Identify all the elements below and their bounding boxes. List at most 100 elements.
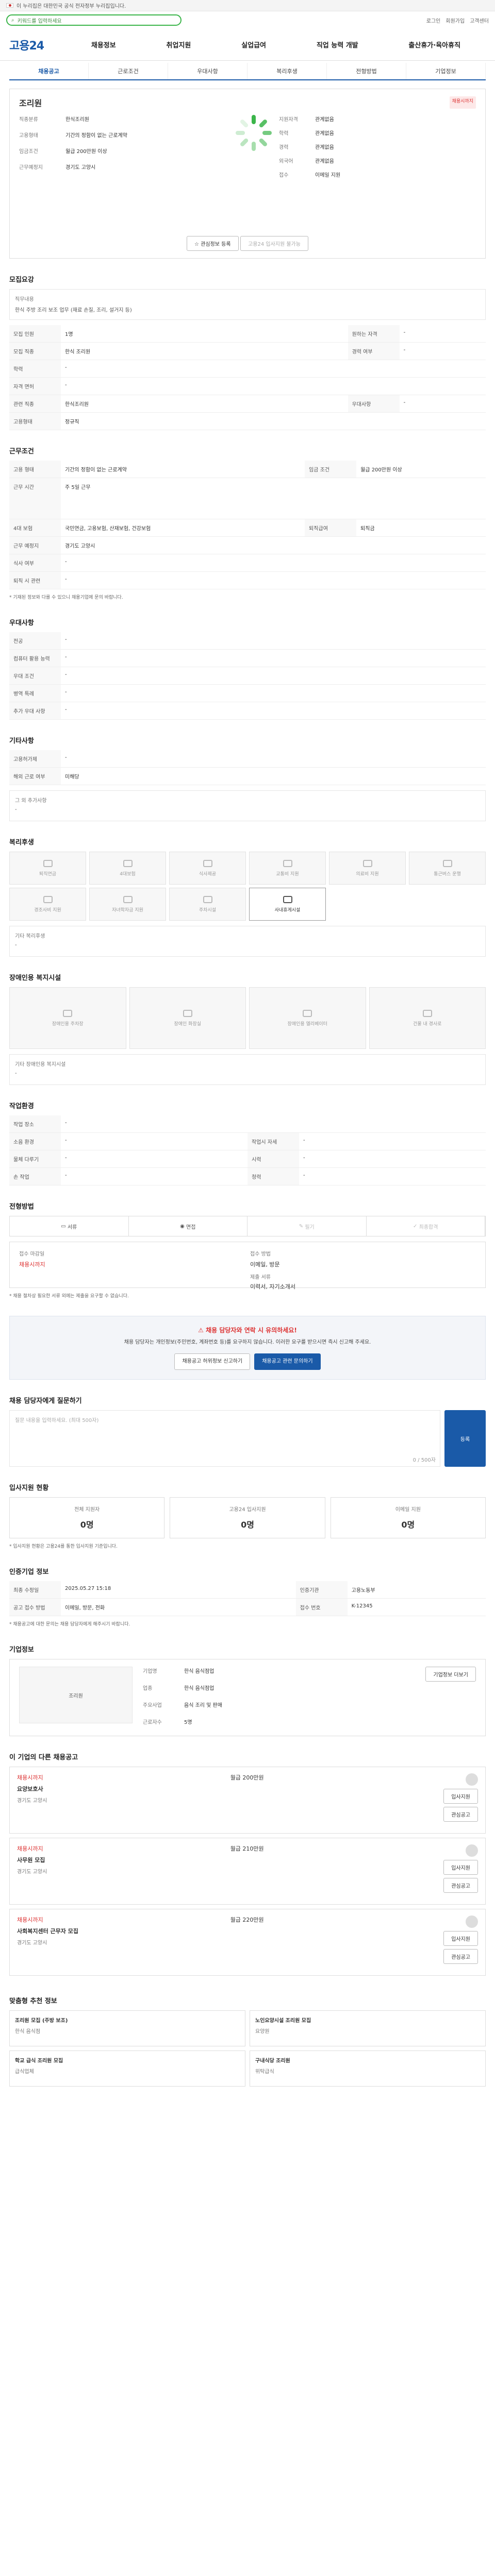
cell: 미해당 [61,767,486,785]
label: 외국어 [279,159,293,164]
scrap-button[interactable]: 관심공고 [443,1807,478,1822]
site-logo[interactable]: 고용24 [9,37,66,53]
gov-notice: 이 누리집은 대한민국 공식 전자정부 누리집입니다. [16,4,126,9]
label: 학력 [279,131,289,137]
tab-condition[interactable]: 근로조건 [89,63,168,79]
gift-icon [43,895,53,903]
recommend-list: 조리원 모집 (주방 보조) 한식 음식점 노인요양시설 조리원 모집 요양원 학교… [9,2010,486,2087]
info-table: 최종 수정일 2025.05.27 15:18 인증기관 고용노동부 공고 접수 방법… [9,1581,486,1616]
tab-company[interactable]: 기업정보 [406,63,486,79]
cell: 전공 [9,632,61,650]
submit-button[interactable]: 등록 [444,1410,486,1467]
inquiry-textarea[interactable]: 질문 내용을 입력하세요. (최대 500자) 0 / 500자 [9,1410,440,1467]
cell: 청력 [248,1167,299,1185]
shuttle-icon [442,859,452,867]
gnb-item[interactable]: 채용정보 [91,40,116,49]
section-title: 우대사항 [9,619,34,627]
cell: 인증기관 [295,1581,348,1599]
cell: 퇴직 시 관련 [9,571,61,589]
gnb-item[interactable]: 직업 능력 개발 [317,40,358,49]
helpdesk-link[interactable]: 고객센터 [470,16,489,24]
cell: 월급 200만원 이상 [356,461,486,478]
detail-tabs: 채용공고 근로조건 우대사항 복리후생 전형방법 기업정보 [9,63,486,80]
section-title: 채용 담당자에게 질문하기 [9,1397,82,1405]
apply-button[interactable]: 입사지원 [443,1789,478,1804]
scrap-button[interactable]: 관심공고 [443,1949,478,1964]
step-final: ✓ 최종합격 [367,1216,485,1236]
tab-process[interactable]: 전형방법 [327,63,406,79]
etc-info: 기타사항 고용허가제 - 해외 근로 여부 미해당 그 외 추가사항 - [9,727,486,828]
search-input[interactable]: ⌕ 키워드를 입력하세요 [6,14,182,26]
value: 관계없음 [315,131,334,137]
welfare-grid: 퇴직연금 4대보험 식사제공 교통비 지원 의료비 지원 통근버스 운행 경조사… [9,852,486,921]
cell: 퇴직급여 [305,519,357,537]
interest-button[interactable]: ☆ 관심정보 등록 [187,236,239,251]
cell: 고용 형태 [9,461,61,478]
company-avatar [466,1773,478,1786]
recruit-table: 모집 인원 1명 원하는 자격 - 모집 직종 한식 조리원 경력 여부 - 학력 - 자격 … [9,325,486,430]
job-card[interactable]: 채용시까지 요양보호사 경기도 고양시 월급 200만원 입사지원 관심공고 [9,1767,486,1834]
section-title: 인증기업 정보 [9,1568,49,1576]
welfare-tile: 퇴직연금 [9,852,86,885]
value: 한식 음식점업 [184,1669,214,1674]
signup-link[interactable]: 회원가입 [446,16,465,24]
cell: 한식 조리원 [61,342,348,360]
tab-welfare[interactable]: 복리후생 [248,63,327,79]
gnb-item[interactable]: 실업급여 [241,40,266,49]
label: 경력 [279,145,289,150]
apply-button[interactable]: 입사지원 [443,1931,478,1946]
gnb-item[interactable]: 취업지원 [167,40,191,49]
cell: 식사 여부 [9,554,61,572]
recommend-item[interactable]: 노인요양시설 조리원 모집 요양원 [250,2010,486,2046]
cell: - [61,750,486,768]
disabled-facilities: 장애인용 복지시설 장애인용 주차장 장애인 화장실 장애인용 엘리베이터 건물… [9,964,486,1092]
recommend-item[interactable]: 구내식당 조리원 위탁급식 [250,2050,486,2087]
company-more-button[interactable]: 기업정보 더보기 [425,1667,476,1682]
section-title: 기타사항 [9,737,34,745]
cell: 시력 [248,1150,299,1168]
other-jobs: 이 기업의 다른 채용공고 채용시까지 요양보호사 경기도 고양시 월급 200만원… [9,1743,486,1987]
top-search-row: ⌕ 키워드를 입력하세요 로그인 회원가입 고객센터 [0,11,495,29]
recommend-item[interactable]: 학교 급식 조리원 모집 급식업체 [9,2050,245,2087]
scrap-button[interactable]: 관심공고 [443,1878,478,1893]
cell: - [61,1150,248,1168]
cell: 자격 면허 [9,377,61,395]
gnb-item[interactable]: 출산휴가·육아휴직 [408,40,460,49]
report-button[interactable]: 채용공고 허위정보 신고하기 [174,1353,251,1370]
value: 관계없음 [315,145,334,150]
apply-button[interactable]: 고용24 입사지원 불가능 [240,236,308,251]
cell: - [61,702,486,720]
section-title: 맞춤형 추천 정보 [9,1997,57,2005]
section-title: 기업정보 [9,1646,34,1654]
facility-tile: 장애인용 엘리베이터 [249,987,366,1049]
inquiry-button[interactable]: 채용공고 관련 문의하기 [254,1353,321,1370]
duty-label: 직무내용 [15,297,34,302]
label: 근무예정지 [19,165,43,171]
cell: 주 5일 근무 [61,478,486,519]
cell: 병역 특례 [9,684,61,702]
elevator-icon [303,1009,312,1017]
cell: 공고 접수 방법 [9,1598,61,1616]
recommend-item[interactable]: 조리원 모집 (주방 보조) 한식 음식점 [9,2010,245,2046]
section-title: 모집요강 [9,276,34,284]
cell: - [61,1167,248,1185]
cell: 원하는 자격 [348,325,400,343]
pen-icon: ✎ [299,1223,304,1229]
value: 관계없음 [315,159,334,164]
job-card[interactable]: 채용시까지 사무원 모집 경기도 고양시 월급 210만원 입사지원 관심공고 [9,1838,486,1905]
section-title: 이 기업의 다른 채용공고 [9,1754,78,1761]
apply-button[interactable]: 입사지원 [443,1860,478,1875]
welfare-tile: 통근버스 운행 [409,852,486,885]
login-link[interactable]: 로그인 [426,16,441,24]
parking-icon [63,1009,73,1017]
tab-recruit[interactable]: 채용공고 [9,63,89,79]
cell: - [61,571,486,589]
cell: - [61,667,486,685]
recommend-section: 맞춤형 추천 정보 조리원 모집 (주방 보조) 한식 음식점 노인요양시설 조리… [9,1987,486,2094]
value: 월급 200만원 이상 [65,149,107,155]
cell: 컴퓨터 활용 능력 [9,649,61,667]
tab-preference[interactable]: 우대사항 [168,63,248,79]
job-card[interactable]: 채용시까지 사회복지센터 근무자 모집 경기도 고양시 월급 220만원 입사지원 관… [9,1909,486,1976]
extra-text: - [15,1071,17,1076]
cell: 고용허가제 [9,750,61,768]
